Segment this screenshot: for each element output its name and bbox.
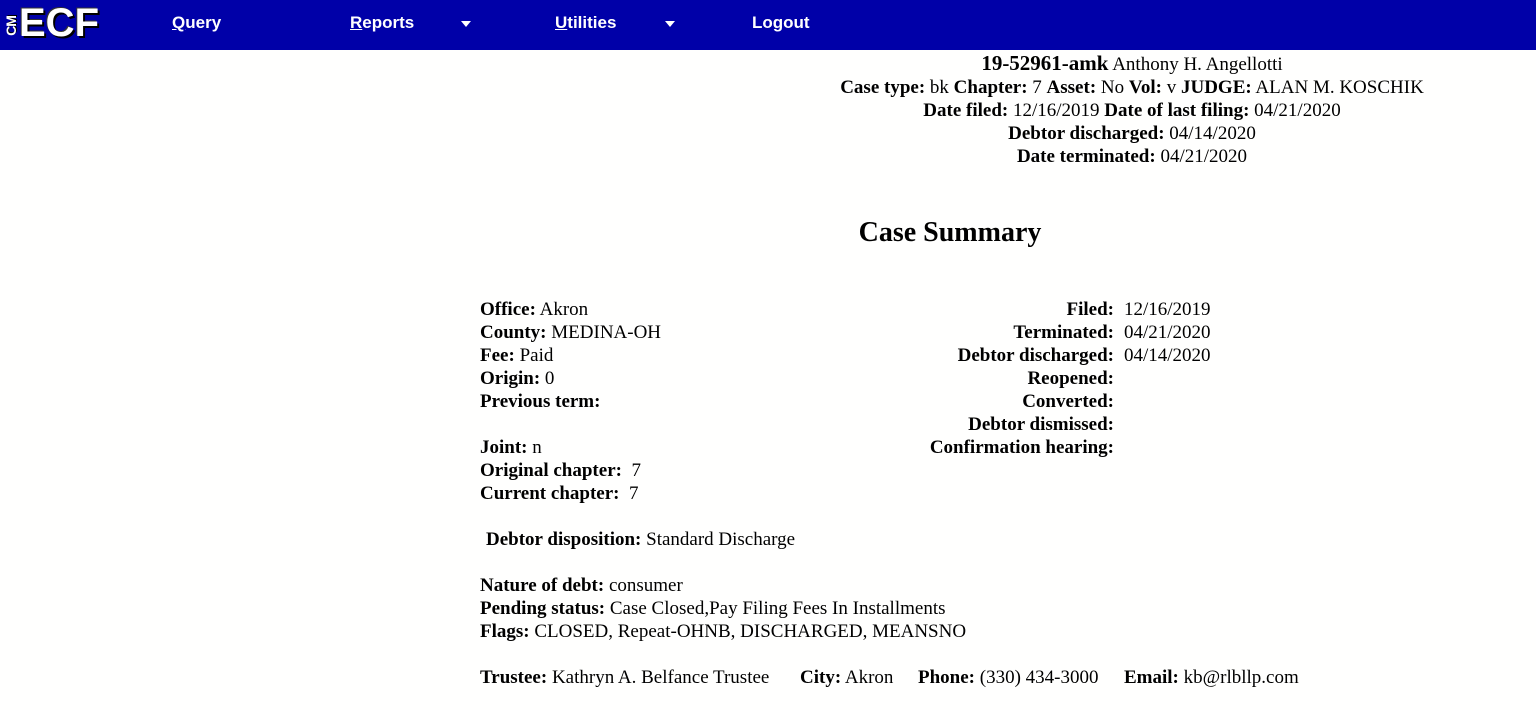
nav-query-label: uery — [185, 13, 222, 32]
current-chapter-label: Current chapter: — [480, 483, 620, 504]
confirmation-hearing-label: Confirmation hearing: — [929, 437, 1114, 458]
disposition-row: Debtor disposition: Standard Discharge — [486, 528, 795, 551]
nature-of-debt-value: consumer — [608, 575, 683, 596]
date-filed-label: Date filed: — [923, 100, 1009, 121]
case-header-line-2: Case type: bk Chapter: 7 Asset: No Vol: … — [0, 76, 1536, 99]
case-type-value: bk — [929, 77, 949, 98]
date-filed-value: 12/16/2019 — [1012, 100, 1100, 121]
case-type-label: Case type: — [840, 77, 926, 98]
vol-value: v — [1166, 77, 1177, 98]
asset-label: Asset: — [1046, 77, 1097, 98]
original-chapter-row: Original chapter: 7 — [480, 459, 641, 482]
nav-reports[interactable]: Reports — [350, 13, 414, 33]
cmecf-logo[interactable]: CM ECF — [0, 0, 118, 50]
origin-value: 0 — [544, 368, 555, 389]
header-terminated-label: Date terminated: — [1016, 146, 1156, 167]
trustee-email-value: kb@rlbllp.com — [1183, 667, 1299, 688]
flags-value: CLOSED, Repeat-OHNB, DISCHARGED, MEANSNO — [534, 621, 967, 642]
county-label: County: — [480, 322, 547, 343]
original-chapter-value: 7 — [631, 460, 641, 481]
vol-label: Vol: — [1128, 77, 1162, 98]
utilities-dropdown-caret-icon[interactable] — [665, 21, 675, 27]
nav-reports-accesskey: R — [350, 13, 363, 32]
chapter-value: 7 — [1032, 77, 1042, 98]
disposition-label: Debtor disposition: — [486, 529, 642, 550]
trustee-value: Kathryn A. Belfance Trustee — [551, 667, 770, 688]
nav-query-accesskey: Q — [172, 13, 186, 32]
trustee-phone-label: Phone: — [918, 667, 975, 688]
case-header-line-5: Date terminated: 04/21/2020 — [0, 145, 1536, 168]
trustee-city-label: City: — [800, 667, 842, 688]
origin-row: Origin: 0 — [480, 367, 554, 390]
chapter-label: Chapter: — [953, 77, 1028, 98]
fee-row: Fee: Paid — [480, 344, 553, 367]
trustee-label: Trustee: — [480, 667, 548, 688]
trustee-city-value: Akron — [844, 667, 894, 688]
office-row: Office: Akron — [480, 298, 588, 321]
converted-label: Converted: — [1022, 391, 1114, 412]
trustee-email-row: Email: kb@rlbllp.com — [1124, 666, 1299, 689]
current-chapter-value: 7 — [628, 483, 639, 504]
nav-utilities-label: tilities — [567, 13, 617, 32]
joint-row: Joint: n — [480, 436, 542, 459]
trustee-city-row: City: Akron — [800, 666, 893, 689]
office-value: Akron — [539, 299, 589, 320]
reports-dropdown-caret-icon[interactable] — [461, 21, 471, 27]
joint-label: Joint: — [480, 437, 528, 458]
county-value: MEDINA-OH — [551, 322, 662, 343]
nav-query[interactable]: Query — [172, 13, 221, 33]
trustee-email-label: Email: — [1124, 667, 1179, 688]
case-summary-title-row: Case Summary — [0, 215, 1536, 251]
joint-value: n — [532, 437, 542, 458]
nature-of-debt-label: Nature of debt: — [480, 575, 605, 596]
nav-utilities[interactable]: Utilities — [555, 13, 616, 33]
pending-status-row: Pending status: Case Closed,Pay Filing F… — [480, 597, 946, 620]
terminated-value: 04/21/2020 — [1124, 322, 1211, 343]
header-terminated-value: 04/21/2020 — [1160, 146, 1248, 167]
judge-value: ALAN M. KOSCHIK — [1255, 77, 1424, 98]
trustee-row: Trustee: Kathryn A. Belfance Trustee — [480, 666, 769, 689]
office-label: Office: — [480, 299, 536, 320]
debtor-discharged-value: 04/14/2020 — [1124, 345, 1211, 366]
previous-term-row: Previous term: — [480, 390, 600, 413]
header-discharged-label: Debtor discharged: — [1008, 123, 1165, 144]
asset-value: No — [1100, 77, 1125, 98]
case-header-line-4: Debtor discharged: 04/14/2020 — [0, 122, 1536, 145]
county-row: County: MEDINA-OH — [480, 321, 661, 344]
debtor-discharged-label: Debtor discharged: — [957, 345, 1114, 366]
reopened-label: Reopened: — [1027, 368, 1114, 389]
previous-term-label: Previous term: — [480, 391, 601, 412]
judge-label: JUDGE: — [1180, 77, 1252, 98]
last-filing-value: 04/21/2020 — [1254, 100, 1341, 121]
logo-ecf-text: ECF — [19, 1, 99, 45]
current-chapter-row: Current chapter: 7 — [480, 482, 638, 505]
nav-logout[interactable]: Logout — [752, 13, 810, 33]
pending-status-value: Case Closed,Pay Filing Fees In Installme… — [609, 598, 946, 619]
page-title: Case Summary — [858, 217, 1042, 248]
filed-label: Filed: — [1066, 299, 1115, 320]
fee-label: Fee: — [480, 345, 515, 366]
trustee-phone-row: Phone: (330) 434-3000 — [918, 666, 1098, 689]
trustee-phone-value: (330) 434-3000 — [979, 667, 1099, 688]
disposition-value: Standard Discharge — [646, 529, 796, 550]
debtor-name: Anthony H. Angellotti — [1112, 54, 1283, 75]
case-number: 19-52961-amk — [981, 51, 1109, 75]
top-nav-bar: CM ECF Query Reports Utilities Logout — [0, 0, 1536, 50]
original-chapter-label: Original chapter: — [480, 460, 622, 481]
nature-of-debt-row: Nature of debt: consumer — [480, 574, 683, 597]
fee-value: Paid — [519, 345, 554, 366]
case-header-line-3: Date filed: 12/16/2019 Date of last fili… — [0, 99, 1536, 122]
debtor-dismissed-label: Debtor dismissed: — [968, 414, 1114, 435]
nav-reports-label: eports — [362, 13, 415, 32]
terminated-label: Terminated: — [1013, 322, 1114, 343]
origin-label: Origin: — [480, 368, 541, 389]
case-header-line-1: 19-52961-amk Anthony H. Angellotti — [0, 52, 1536, 76]
nav-utilities-accesskey: U — [555, 13, 568, 32]
header-discharged-value: 04/14/2020 — [1169, 123, 1256, 144]
last-filing-label: Date of last filing: — [1104, 100, 1250, 121]
filed-value: 12/16/2019 — [1124, 299, 1211, 320]
flags-label: Flags: — [480, 621, 530, 642]
flags-row: Flags: CLOSED, Repeat-OHNB, DISCHARGED, … — [480, 620, 966, 643]
pending-status-label: Pending status: — [480, 598, 606, 619]
